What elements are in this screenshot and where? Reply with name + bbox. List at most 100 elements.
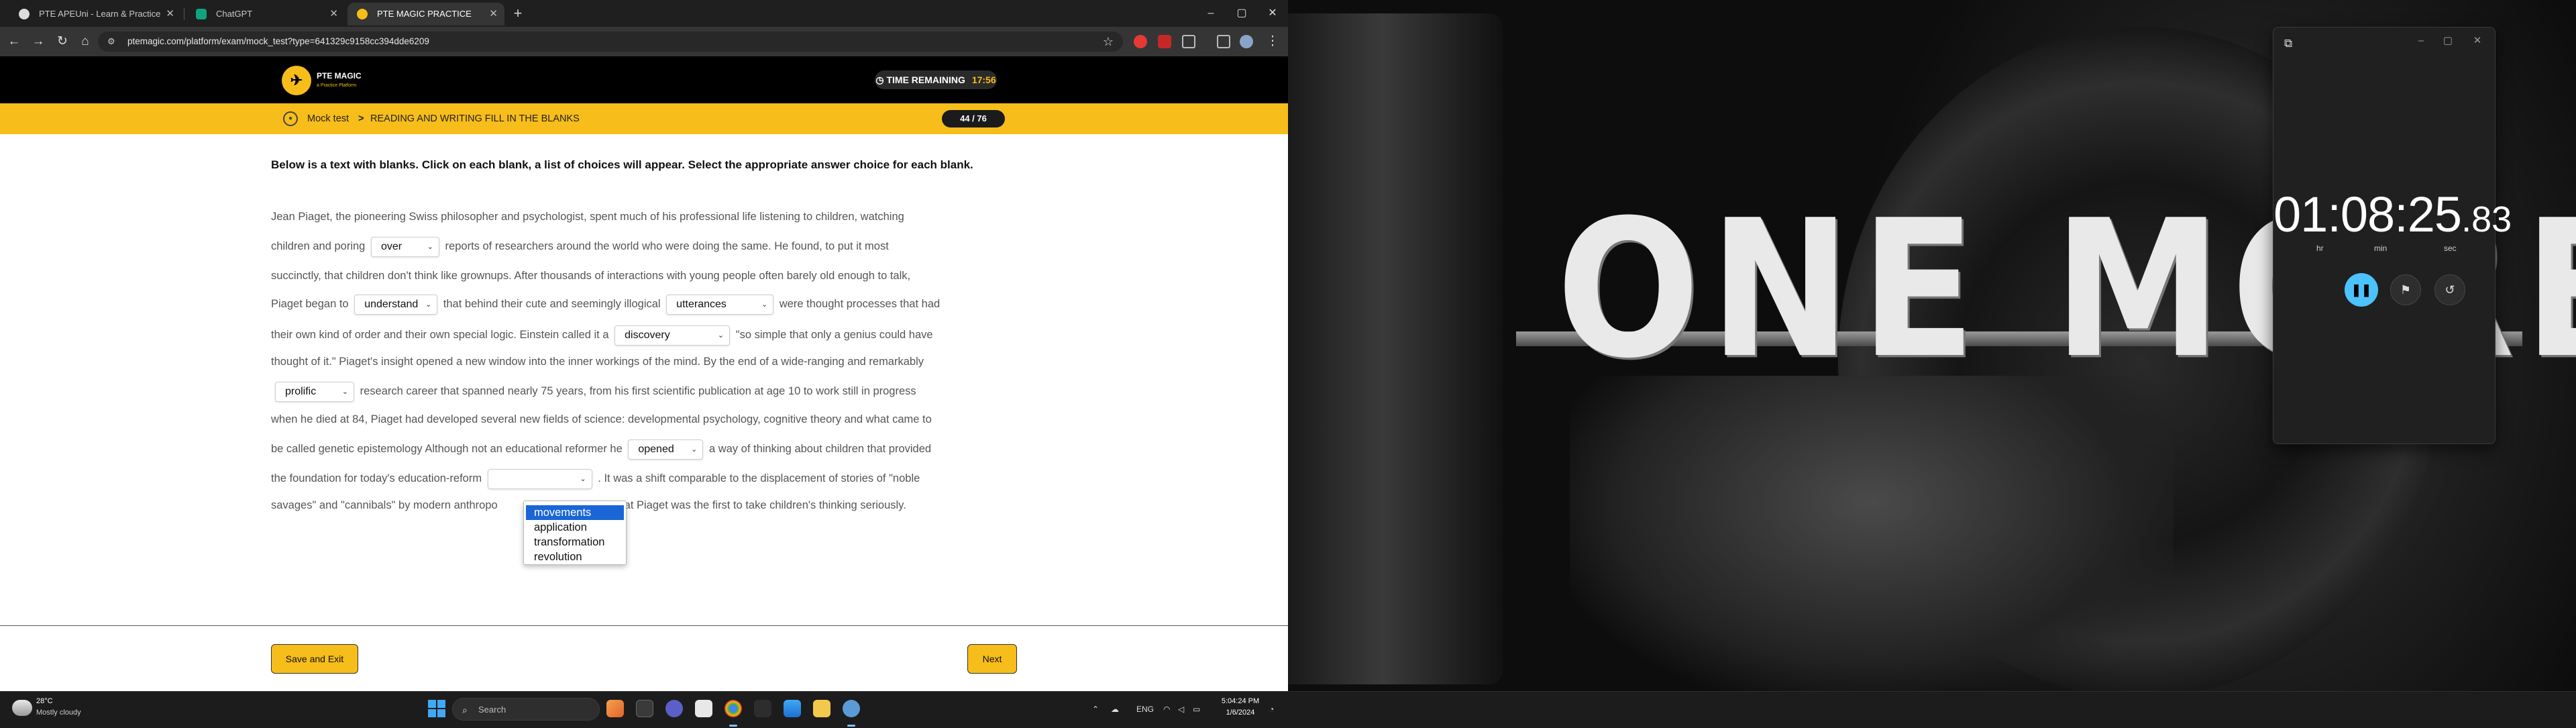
weather-temperature[interactable]: 28°C [36,697,53,705]
passage-text: Piaget began to [271,298,349,310]
site-header: ✈ PTE MAGIC a Practice Platform ◷ TIME R… [0,56,1288,103]
passage-line: children and poring over ⌄ reports of res… [271,231,889,262]
option-movements[interactable]: movements [526,505,624,520]
option-revolution[interactable]: revolution [526,550,624,564]
blank-dropdown-5[interactable]: prolific ⌄ [275,381,354,402]
blank-dropdown-4[interactable]: discovery ⌄ [614,325,731,346]
reload-icon[interactable]: ↻ [54,33,71,50]
blank-dropdown-6[interactable]: opened ⌄ [628,439,704,460]
teams-icon[interactable] [665,700,683,717]
next-button[interactable]: Next [967,644,1017,674]
tab-apeuni[interactable]: PTE APEUni - Learn & Practice ✕ [9,3,181,25]
new-tab-button[interactable]: + [508,4,527,23]
lap-flag-button[interactable]: ⚑ [2390,274,2421,305]
taskbar-search[interactable]: ⌕ Search [452,698,600,721]
folder-icon[interactable] [813,700,830,717]
lifter-silhouette-image [1570,376,2174,691]
minimize-button[interactable]: – [1195,0,1226,27]
rack-post-image [1288,13,1503,684]
address-bar[interactable]: ⚙ ptemagic.com/platform/exam/mock_test?t… [98,32,1123,52]
extension-icon[interactable] [1134,35,1147,48]
pause-button[interactable]: ❚❚ [2345,273,2378,307]
passage-text: Jean Piaget, the pioneering Swiss philos… [271,211,904,223]
wifi-icon[interactable]: ◠ [1163,692,1170,727]
chrome-icon[interactable] [724,700,742,717]
passage-text: that Piaget was the first to take childr… [614,499,906,511]
close-window-button[interactable]: ✕ [2464,32,2491,50]
menu-kebab-icon[interactable]: ⋮ [1264,33,1281,50]
close-tab-icon[interactable]: ✕ [166,3,174,25]
passage-text: thought of it." Piaget's insight opened … [271,356,924,368]
time-colon: : [2327,187,2341,242]
stopwatch-minutes: 08 [2340,187,2395,242]
extensions-puzzle-icon[interactable] [1182,35,1195,48]
profile-avatar[interactable] [1240,35,1253,48]
blank-dropdown-2[interactable]: understand ⌄ [354,294,438,315]
clock-icon: ◷ [875,74,884,85]
taskbar-clock-time[interactable]: 5:04:24 PM [1214,697,1267,705]
app-icon[interactable] [606,700,624,717]
time-dot: . [2461,199,2472,240]
sidebar-icon[interactable] [1217,35,1230,48]
tab-chatgpt[interactable]: ChatGPT ✕ [186,3,345,25]
start-windows-icon[interactable] [428,700,445,717]
chevron-down-icon: ⌄ [761,300,768,309]
logo-text: PTE MAGIC [317,71,362,81]
forward-icon[interactable]: → [30,33,47,50]
chevron-down-icon: ⌄ [580,474,586,483]
home-icon[interactable]: ⌂ [76,33,94,50]
taskbar-clock-date[interactable]: 1/6/2024 [1214,709,1267,717]
battery-icon[interactable]: ▭ [1193,692,1200,727]
option-application[interactable]: application [526,520,624,535]
app-icon[interactable] [695,700,712,717]
back-icon[interactable]: ← [5,33,23,50]
blank-value: opened [638,443,674,455]
question-instruction: Below is a text with blanks. Click on ea… [271,158,973,171]
close-tab-icon[interactable]: ✕ [489,3,498,25]
blank-dropdown-3[interactable]: utterances ⌄ [666,294,774,315]
maximize-button[interactable]: ▢ [1226,0,1257,27]
passage-text: their own kind of order and their own sp… [271,329,609,341]
notification-bell-icon[interactable]: ◔ [1269,692,1274,727]
onedrive-cloud-icon[interactable]: ☁ [1111,692,1119,727]
save-and-exit-button[interactable]: Save and Exit [271,644,358,674]
back-circle-icon[interactable]: ● [283,111,298,126]
blank-value: understand [364,298,419,310]
blank-dropdown-7[interactable]: ⌄ [487,468,592,489]
blank-dropdown-1[interactable]: over ⌄ [370,236,439,257]
weather-description[interactable]: Mostly cloudy [36,709,81,717]
file-icon[interactable] [636,700,653,717]
browser-window: PTE APEUni - Learn & Practice ✕ ChatGPT … [0,0,1288,691]
volume-icon[interactable]: ◁ [1178,692,1184,727]
search-icon: ⌕ [462,705,468,715]
stopwatch-seconds: 25 [2407,187,2462,242]
blank-options-list: movements application transformation rev… [523,501,627,565]
chevron-up-icon[interactable]: ⌃ [1092,692,1099,727]
bookmark-star-icon[interactable]: ☆ [1103,32,1114,52]
passage-text: "so simple that only a genius could have [735,329,933,341]
tab-pte-magic[interactable]: PTE MAGIC PRACTICE ✕ [347,3,504,25]
chevron-down-icon: ⌄ [341,387,348,396]
reset-button[interactable]: ↺ [2434,274,2465,305]
site-info-icon[interactable]: ⚙ [107,36,118,47]
settings-gear-icon[interactable] [843,700,860,717]
language-indicator[interactable]: ENG [1136,692,1154,727]
close-window-button[interactable]: ✕ [1257,0,1288,27]
app-icon[interactable] [754,700,771,717]
breadcrumb-mock-test[interactable]: Mock test [307,103,349,134]
cloud-icon[interactable] [12,700,32,716]
question-progress-badge: 44 / 76 [942,110,1005,127]
passage-text: . It was a shift comparable to the displ… [598,472,920,484]
maximize-button[interactable]: ▢ [2434,32,2461,50]
extension-icon[interactable] [1158,35,1171,48]
clock-stopwatch-window: ⧉ – ▢ ✕ 01:08:25.83 hr min sec ❚❚ ⚑ ↺ [2273,27,2512,444]
close-tab-icon[interactable]: ✕ [329,3,338,25]
app-icon[interactable] [784,700,801,717]
keep-on-top-icon[interactable]: ⧉ [2284,37,2292,50]
time-remaining-badge: ◷ TIME REMAINING 17:56 [875,70,997,89]
timer-label: TIME REMAINING [886,74,965,85]
passage-text: research career that spanned nearly 75 y… [360,385,916,397]
blank-value: utterances [676,298,727,310]
option-transformation[interactable]: transformation [526,535,624,550]
minimize-button[interactable]: – [2408,32,2434,50]
